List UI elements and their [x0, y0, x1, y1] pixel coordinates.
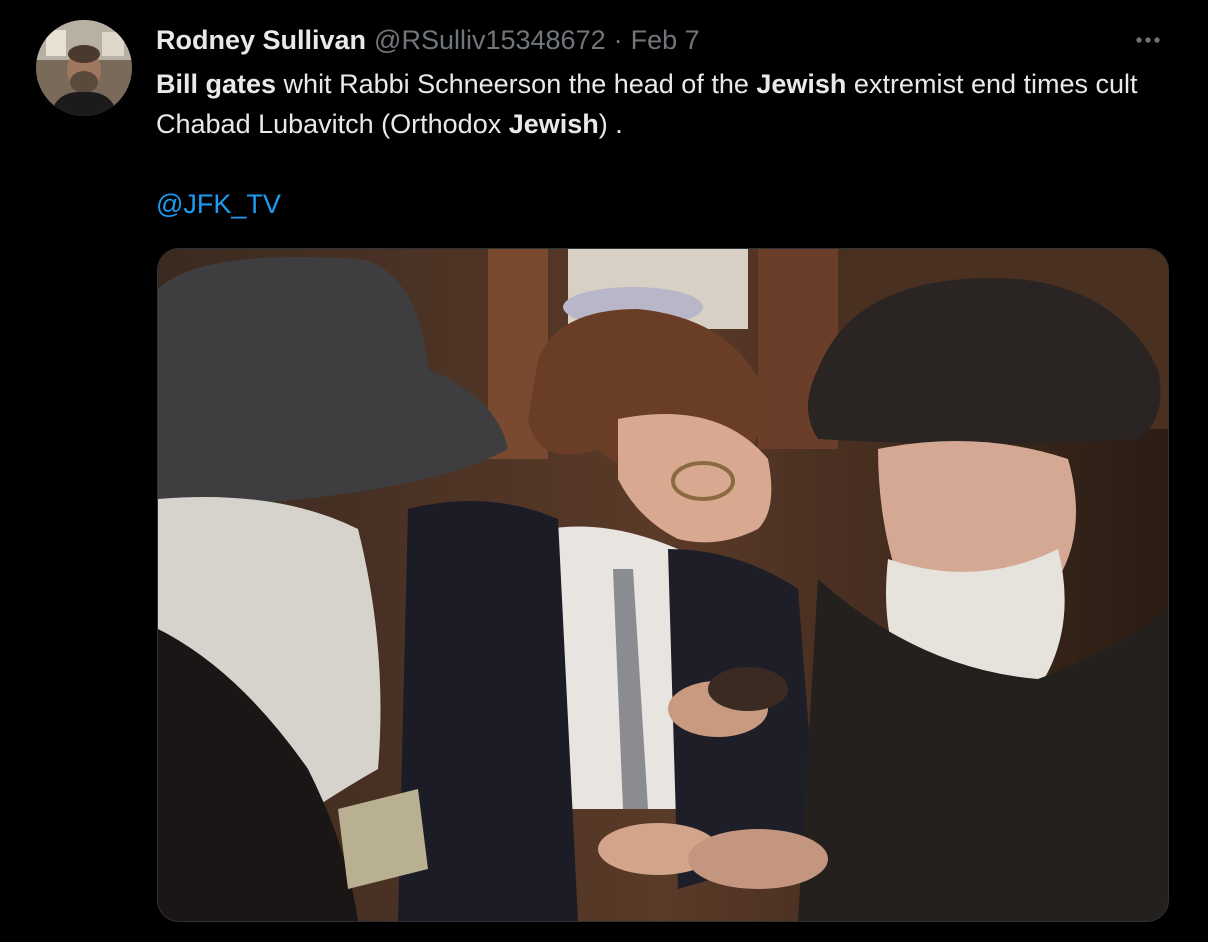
text-segment: whit Rabbi Schneerson the head of the — [276, 69, 757, 99]
media-photo — [158, 249, 1168, 921]
avatar-photo — [36, 20, 132, 116]
tweet-media-photo[interactable] — [157, 248, 1169, 922]
author-display-name[interactable]: Rodney Sullivan — [156, 22, 366, 58]
tweet-card[interactable]: Rodney Sullivan @RSulliv15348672 · Feb 7… — [0, 0, 1208, 942]
separator-dot: · — [613, 25, 623, 55]
mention-link[interactable]: @JFK_TV — [156, 184, 281, 224]
tweet-text: Bill gates whit Rabbi Schneerson the hea… — [156, 64, 1166, 144]
tweet-header: Rodney Sullivan @RSulliv15348672 · Feb 7 — [156, 22, 700, 58]
more-horizontal-icon — [1136, 37, 1160, 43]
tweet-timestamp[interactable]: Feb 7 — [631, 22, 700, 58]
text-bold-bill-gates: Bill gates — [156, 69, 277, 99]
author-handle[interactable]: @RSulliv15348672 — [374, 22, 606, 58]
more-options-button[interactable] — [1128, 22, 1168, 58]
text-segment: ) . — [598, 109, 623, 139]
text-bold-jewish: Jewish — [508, 109, 599, 139]
avatar[interactable] — [36, 20, 132, 116]
text-bold-jewish: Jewish — [756, 69, 847, 99]
